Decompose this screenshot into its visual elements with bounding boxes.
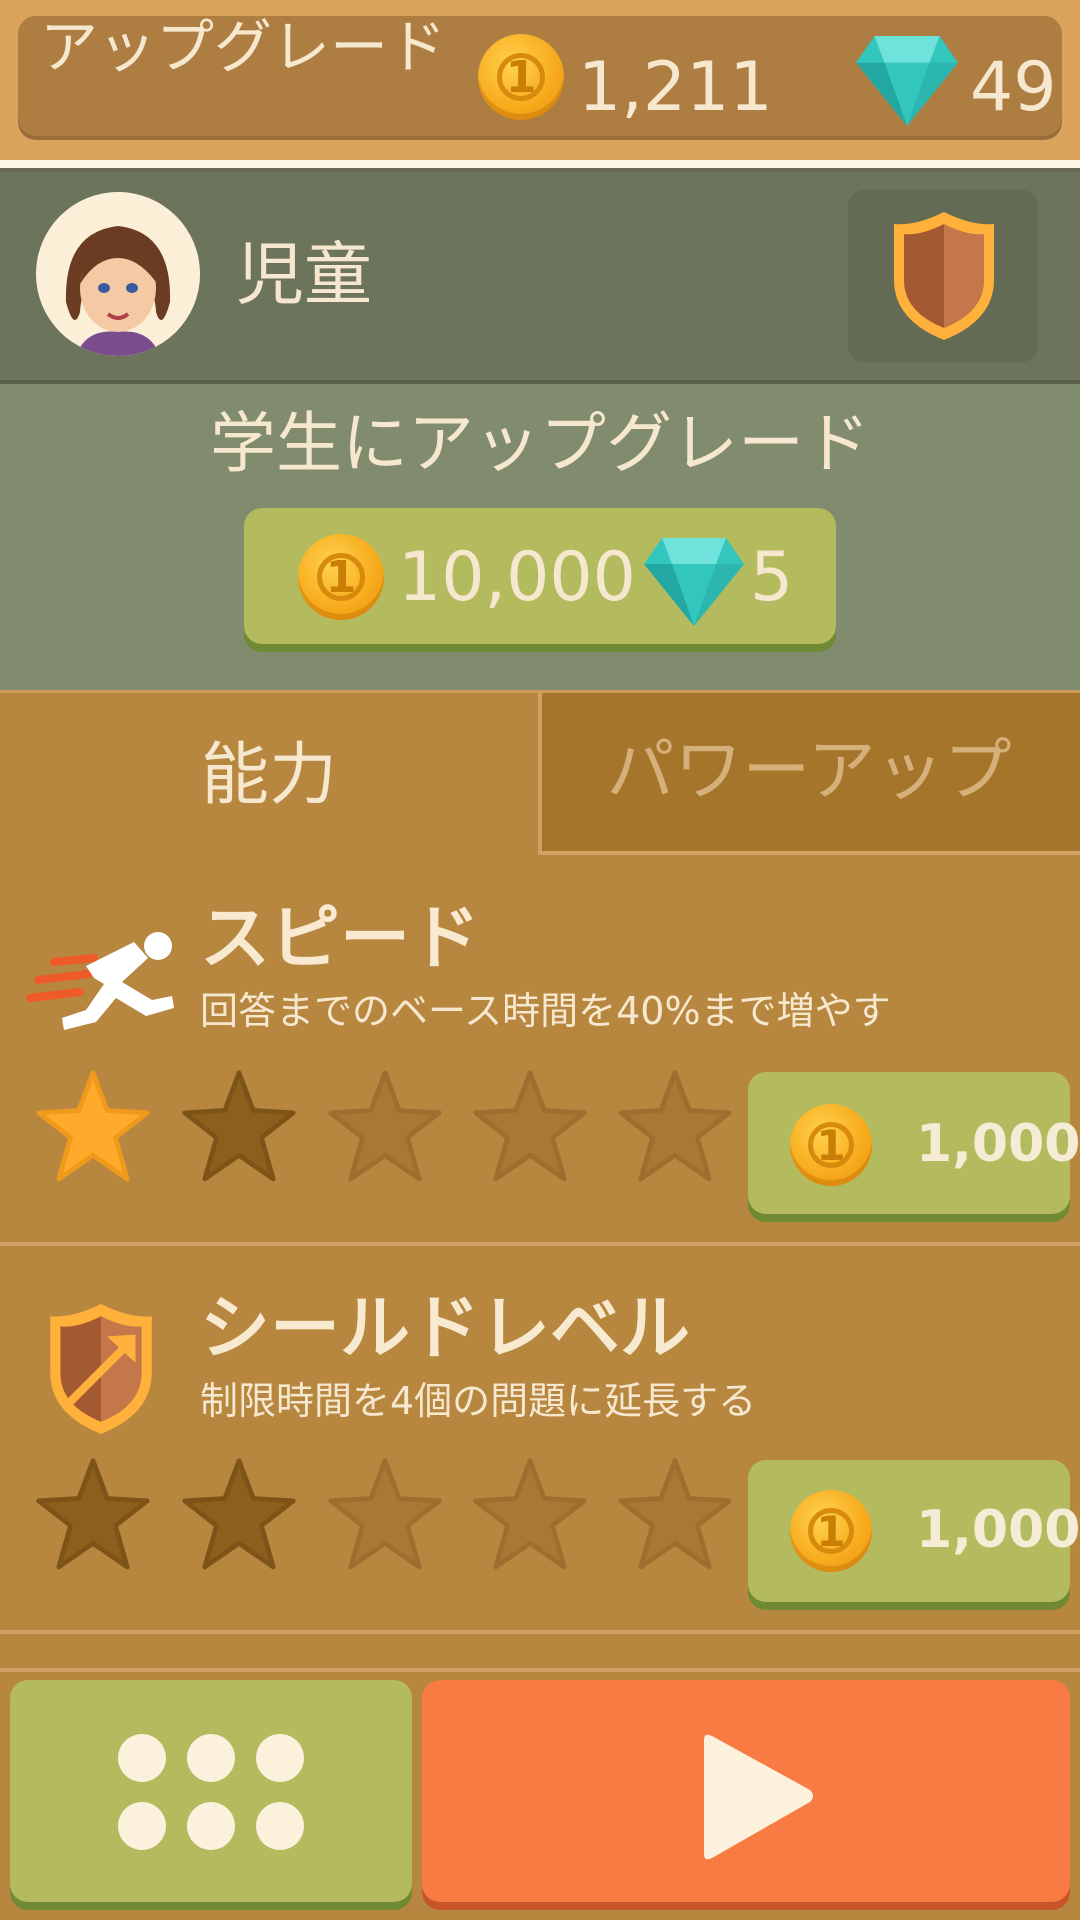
level-star-locked [328, 1070, 442, 1182]
ability-title-speed: スピード [200, 897, 480, 979]
avatar [36, 192, 200, 356]
avatar-face-icon [36, 192, 200, 356]
level-star-empty [36, 1458, 150, 1570]
level-star-empty [182, 1070, 296, 1182]
gem-icon [644, 538, 744, 626]
level-star-locked [618, 1458, 732, 1570]
level-star-locked [618, 1070, 732, 1182]
level-star-filled [36, 1070, 150, 1182]
level-star-locked [473, 1070, 587, 1182]
coin-icon: 1 [790, 1104, 872, 1186]
ability-divider [0, 1630, 1080, 1634]
speed-price: 1,000 [916, 1114, 1080, 1174]
play-button[interactable] [422, 1680, 1070, 1902]
header-divider [0, 160, 1080, 168]
menu-dot [187, 1734, 235, 1782]
bottom-bar-divider [0, 1668, 1080, 1672]
coin-icon: 1 [478, 34, 564, 120]
level-star-locked [328, 1458, 442, 1570]
upgrade-cost-coins: 10,000 [398, 538, 636, 617]
coin-icon: 1 [298, 534, 384, 620]
shield-arrow-icon [50, 1304, 152, 1434]
play-icon [704, 1734, 813, 1860]
coin-icon: 1 [790, 1490, 872, 1572]
tab-powerups-label: パワーアップ [606, 732, 1012, 811]
ability-description-shield: 制限時間を4個の問題に延長する [200, 1379, 757, 1423]
tab-abilities-label: 能力 [200, 736, 337, 815]
buy-shield-button[interactable]: 1 1,000 [748, 1460, 1080, 1602]
gem-icon [856, 36, 958, 126]
runner-icon [26, 932, 174, 1030]
shield-price: 1,000 [916, 1500, 1080, 1560]
rank-shield-button[interactable] [848, 190, 1038, 362]
buy-speed-button[interactable]: 1 1,000 [748, 1072, 1080, 1214]
shield-icon [894, 212, 994, 340]
menu-button[interactable] [10, 1680, 412, 1902]
menu-dot [187, 1802, 235, 1850]
level-star-locked [473, 1458, 587, 1570]
menu-dot [256, 1802, 304, 1850]
coin-balance: 1,211 [578, 48, 773, 127]
upgrade-button[interactable]: 1 10,000 5 [244, 508, 836, 644]
rank-label: 児童 [236, 236, 373, 315]
menu-dot [256, 1734, 304, 1782]
ability-description-speed: 回答までのベース時間を40%まで増やす [200, 989, 891, 1033]
upgrade-title: 学生にアップグレード [210, 405, 870, 482]
menu-dot [118, 1802, 166, 1850]
page-title: アップグレード [40, 13, 447, 81]
ability-title-shield: シールドレベル [200, 1287, 690, 1369]
menu-dot [118, 1734, 166, 1782]
gem-balance: 49 [970, 48, 1057, 127]
upgrade-cost-gems: 5 [750, 538, 794, 617]
level-star-empty [182, 1458, 296, 1570]
